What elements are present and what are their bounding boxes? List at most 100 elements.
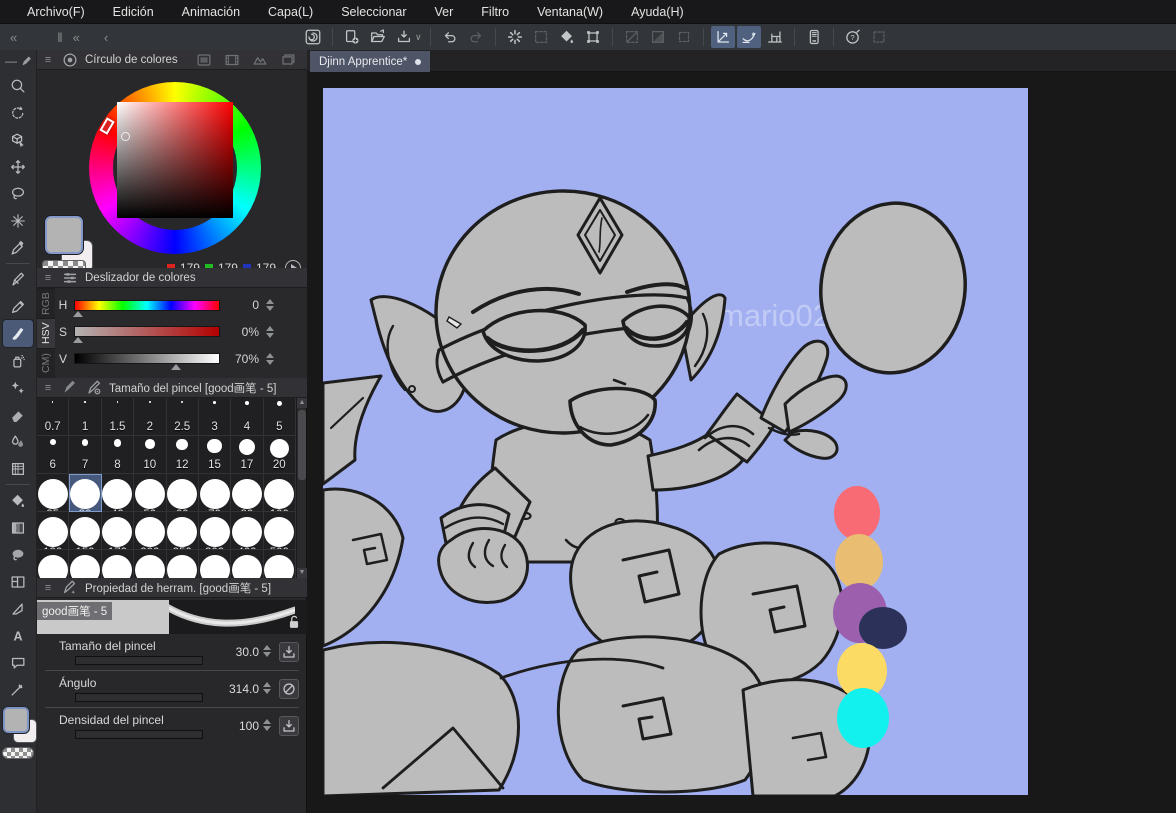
layer-palette-icon[interactable] [279,51,297,69]
brush-size-option[interactable]: 5 [263,398,296,436]
busy-spinner-icon[interactable] [503,26,527,48]
brush-size-option[interactable]: 17 [231,436,264,474]
brush-size-option[interactable]: 60 [166,474,199,512]
brush-size-option[interactable]: 100 [263,474,296,512]
brush-size-option[interactable]: 7 [69,436,102,474]
brush-preview[interactable]: good画笔 - 5 [37,600,307,634]
gradient-frame-icon[interactable] [646,26,670,48]
brush-size-option[interactable]: 2 [134,398,167,436]
brush-size-tab-icon[interactable] [85,379,103,397]
snap-grid-icon[interactable] [763,26,787,48]
collapse-left2-icon[interactable]: « [67,30,86,45]
foreground-color-swatch[interactable] [3,707,29,733]
brush-size-option[interactable]: 120 [37,512,70,550]
liquify-tool-icon[interactable] [3,455,33,482]
spinner-control[interactable] [264,352,276,365]
rect-frame-icon[interactable] [672,26,696,48]
palette-set-icon[interactable] [195,51,213,69]
save-export-icon[interactable] [392,26,416,48]
color-slider-tab-icon[interactable] [61,269,79,287]
brush-size-option[interactable]: 12 [166,436,199,474]
film-palette-icon[interactable] [223,51,241,69]
menu-item[interactable]: Ayuda(H) [617,0,698,24]
menu-item[interactable]: Animación [168,0,254,24]
brush-size-option[interactable]: 50 [134,474,167,512]
brush-size-option[interactable]: 10 [134,436,167,474]
brush-size-option[interactable] [199,550,232,578]
brush-size-option[interactable]: 80 [231,474,264,512]
document-tab[interactable]: Djinn Apprentice* [310,51,431,72]
transparent-color-swatch[interactable] [2,747,34,759]
brush-size-option[interactable]: 20 [263,436,296,474]
fill-icon[interactable] [555,26,579,48]
saturation-value-square[interactable] [117,102,233,218]
spinner-control[interactable] [264,299,276,312]
menu-item[interactable]: Filtro [467,0,523,24]
spinner-control[interactable] [261,682,273,694]
zoom-tool-icon[interactable] [3,72,33,99]
brush-size-option[interactable]: 150 [69,512,102,550]
property-slider[interactable] [75,693,203,702]
collapse-left-icon[interactable]: « [4,30,23,45]
fill-lasso-tool-icon[interactable] [3,541,33,568]
brush-size-option[interactable]: 6 [37,436,70,474]
panel-menu-icon[interactable]: ≡ [41,582,55,594]
property-slider[interactable] [75,656,203,665]
spinner-control[interactable] [261,719,273,731]
no-dynamics-icon[interactable] [279,679,299,699]
spinner-control[interactable] [261,645,273,657]
brush-size-option[interactable] [167,550,199,578]
brush-size-option[interactable]: 400 [231,512,264,550]
auto-select-tool-icon[interactable] [3,207,33,234]
figure-tool-icon[interactable] [3,595,33,622]
brush-size-option[interactable]: 70 [198,474,232,512]
move-layer-tool-icon[interactable] [3,153,33,180]
blend-tool-icon[interactable] [3,428,33,455]
menu-item[interactable]: Edición [99,0,168,24]
strip-collapse-icon[interactable]: — [5,54,17,68]
brush-size-option[interactable]: 0.7 [37,398,70,436]
color-wheel-tab-icon[interactable] [61,51,79,69]
tool-property-tab-icon[interactable] [61,579,79,597]
deselect-icon[interactable] [529,26,553,48]
canvas-artwork[interactable]: mario02 [323,88,1028,795]
decoration-tool-icon[interactable] [3,374,33,401]
brush-size-option[interactable]: 3 [198,398,232,436]
slider-track[interactable] [74,353,220,371]
menu-item[interactable]: Archivo(F) [13,0,99,24]
brush-size-option[interactable]: 300 [198,512,232,550]
brush-size-option[interactable]: 1.5 [101,398,135,436]
mixing-palette-icon[interactable] [251,51,269,69]
slider-mode-tab[interactable]: RGB [37,288,55,318]
slider-caret[interactable] [72,337,83,344]
brush-size-option[interactable] [264,550,296,578]
brush-size-option[interactable]: 4 [231,398,264,436]
brush-size-option[interactable] [69,550,102,578]
pencil-tool-icon[interactable] [3,293,33,320]
brush-size-option[interactable] [37,550,70,578]
brush-size-option[interactable]: 8 [101,436,135,474]
undo-icon[interactable] [438,26,462,48]
tablet-mode-icon[interactable] [802,26,826,48]
spinner-control[interactable] [264,325,276,338]
property-slider[interactable] [75,730,203,739]
menu-item[interactable]: Ventana(W) [523,0,617,24]
brush-size-option[interactable]: 1 [69,398,102,436]
text-tool-icon[interactable]: A [3,622,33,649]
eraser-tool-icon[interactable] [3,401,33,428]
subtool-tab-icon[interactable] [61,379,79,397]
menu-item[interactable]: Capa(L) [254,0,327,24]
slider-track[interactable] [72,299,220,317]
foreground-color-swatch[interactable] [45,216,83,254]
line-correction-tool-icon[interactable] [3,676,33,703]
slider-track[interactable] [72,326,220,344]
brush-size-option[interactable]: 15 [198,436,232,474]
transform-frame-icon[interactable] [581,26,605,48]
panel-menu-icon[interactable]: ≡ [41,382,55,394]
dropdown-chevron-icon[interactable]: ∨ [415,32,422,43]
scrollbar-thumb[interactable] [298,410,306,480]
open-file-icon[interactable] [366,26,390,48]
menu-item[interactable]: Seleccionar [327,0,420,24]
panel-menu-icon[interactable]: ≡ [41,54,55,66]
eyedropper-tool-icon[interactable] [3,234,33,261]
